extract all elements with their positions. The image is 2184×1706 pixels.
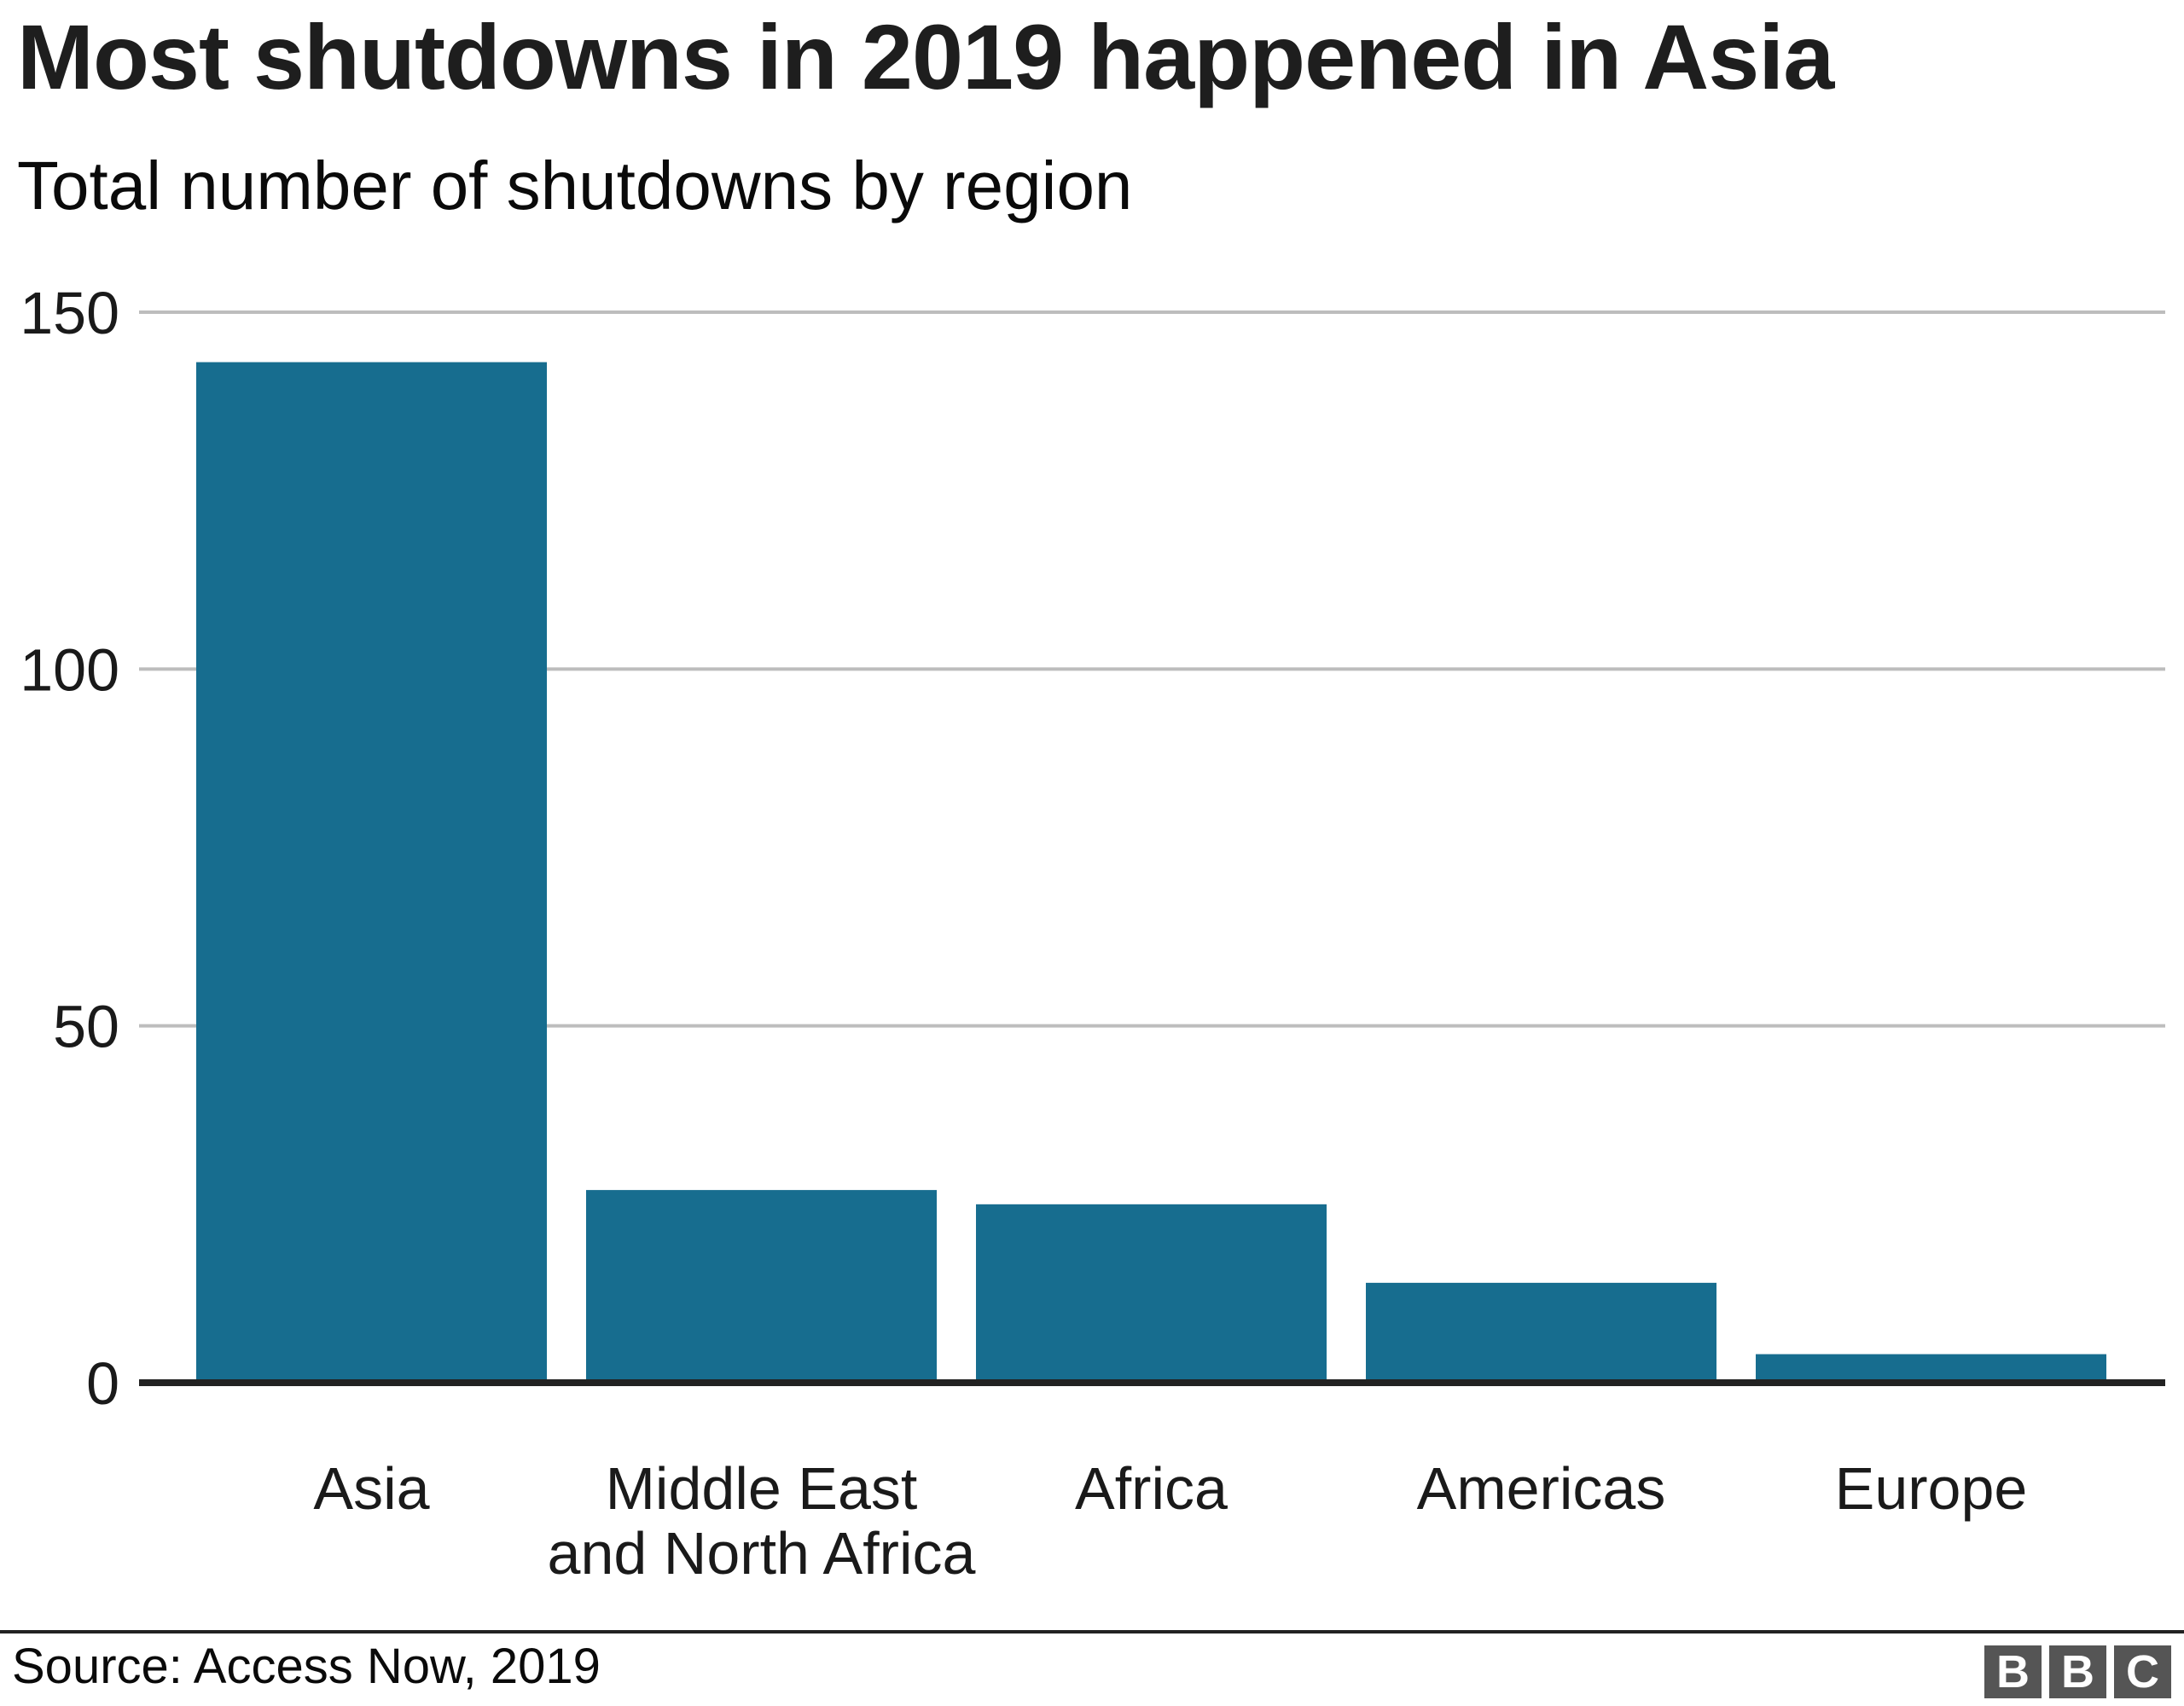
bbc-logo-block: C [2114, 1645, 2171, 1698]
bbc-logo: B B C [1984, 1645, 2171, 1698]
source-note: Source: Access Now, 2019 [12, 1639, 601, 1694]
x-category-label: Asia [313, 1455, 429, 1522]
y-tick-label: 0 [86, 1350, 119, 1417]
bars [196, 362, 2106, 1384]
bar [586, 1190, 937, 1383]
bar [1366, 1282, 1716, 1383]
x-category-label: Americas [1417, 1455, 1666, 1522]
bbc-logo-block: B [2049, 1645, 2106, 1698]
bar [1756, 1354, 2106, 1383]
bar-chart: 0 50 100 150 Asia Middle Eastand North Africa… [20, 280, 2165, 1587]
y-tick-label: 50 [53, 994, 119, 1060]
bar [196, 362, 547, 1384]
x-category-label: Africa [1075, 1455, 1228, 1522]
footer-divider [0, 1630, 2184, 1633]
y-tick-label: 150 [20, 280, 119, 346]
x-category-label: and North Africa [548, 1520, 976, 1587]
bar [976, 1204, 1327, 1383]
y-tick-label: 100 [20, 636, 119, 703]
x-category-label: Middle East [606, 1455, 918, 1522]
x-category-label: Europe [1835, 1455, 2028, 1522]
bbc-logo-block: B [1984, 1645, 2042, 1698]
